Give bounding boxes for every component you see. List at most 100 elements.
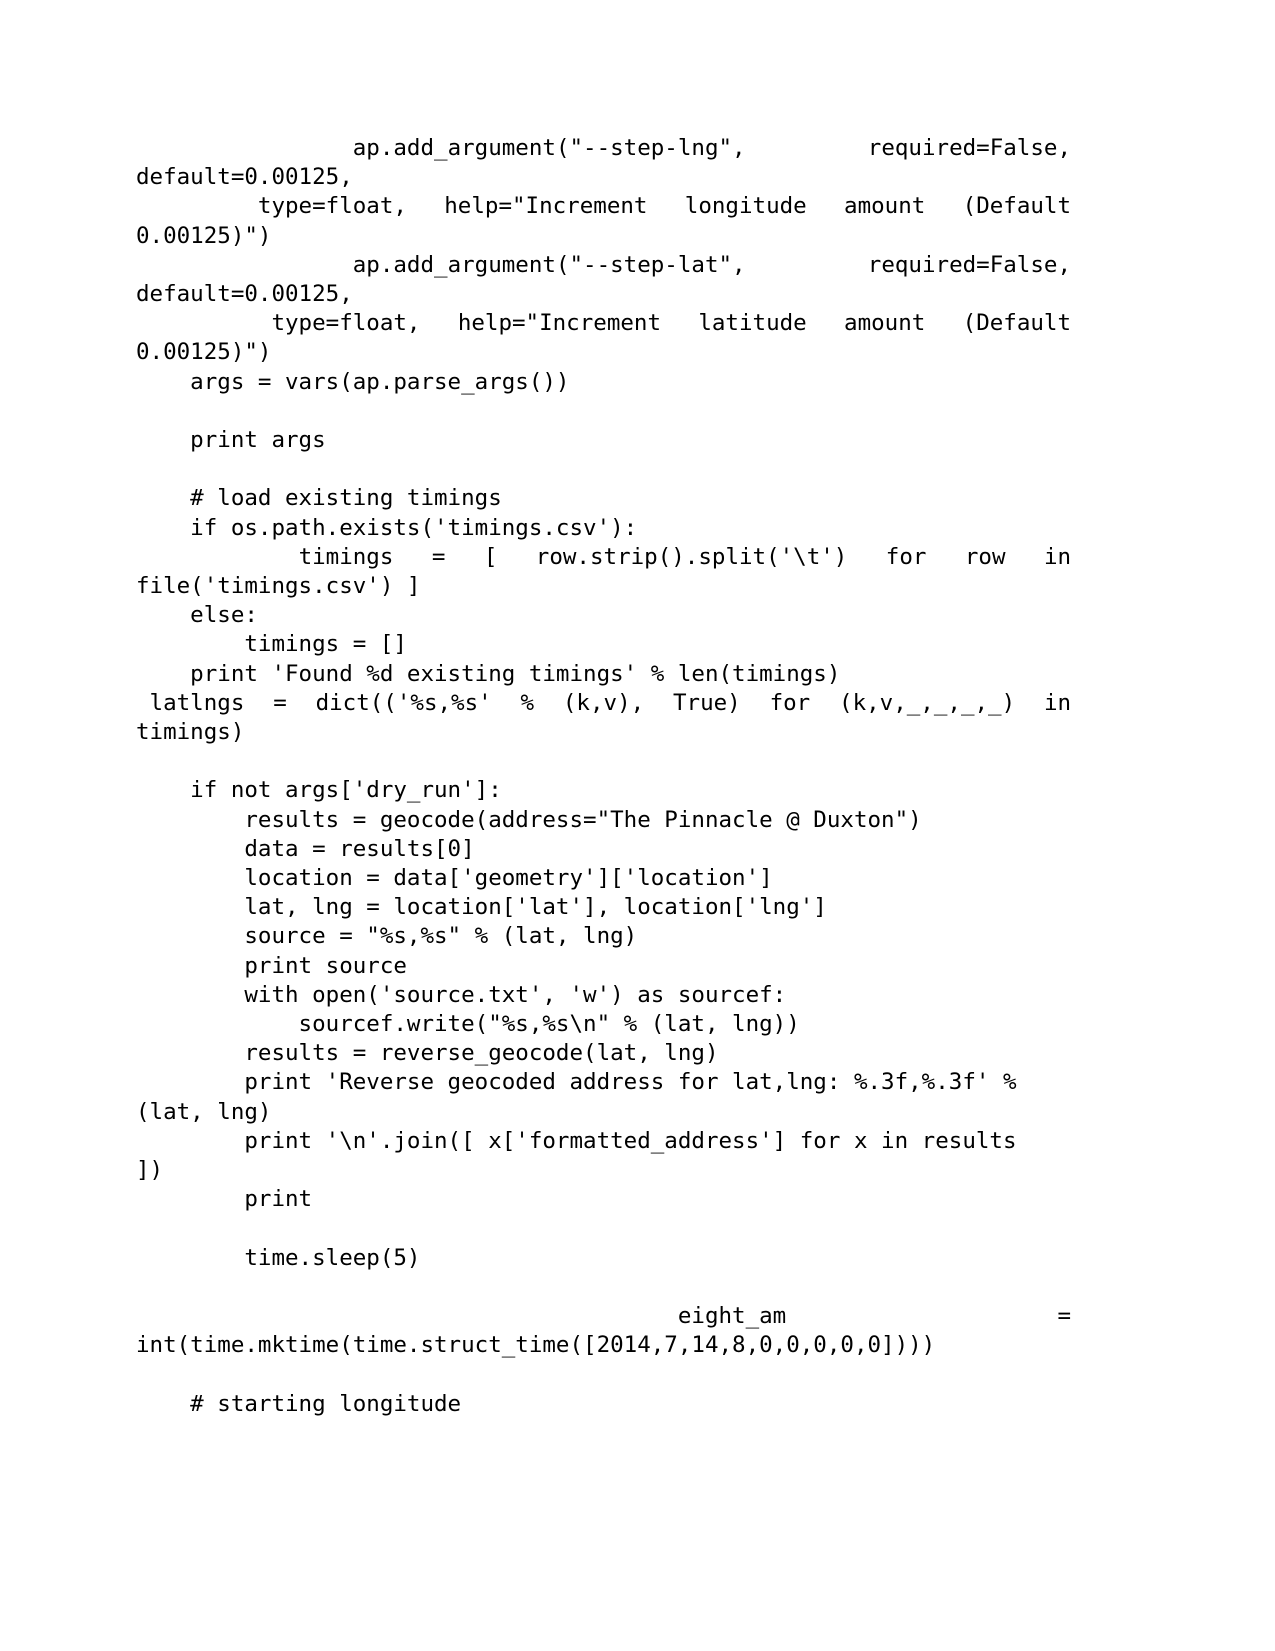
justify-gap (644, 689, 673, 718)
code-token: True) (673, 689, 741, 716)
code-line: type=float, help="Increment latitude amount… (136, 309, 1071, 338)
code-token: dict(('%s,%s' (315, 689, 492, 716)
justify-gap (925, 309, 962, 338)
justify-gap (420, 309, 457, 338)
justify-gap (287, 689, 316, 718)
justify-gap (807, 309, 844, 338)
code-line: (lat, lng) (136, 1098, 272, 1125)
code-line: location = data['geometry']['location'] (136, 865, 773, 892)
code-token: = (273, 689, 287, 716)
justify-gap (786, 1302, 1057, 1331)
code-line: default=0.00125, (136, 164, 353, 191)
code-token: = (431, 543, 446, 570)
code-token: row.strip().split('\t') (535, 543, 848, 570)
code-token: required=False, (867, 251, 1071, 278)
code-line: print args (136, 427, 326, 454)
code-line: results = geocode(address="The Pinnacle … (136, 806, 922, 833)
code-token: timings (298, 543, 394, 570)
code-token: (Default (962, 193, 1072, 220)
code-line: print 'Found %d existing timings' % len(… (136, 660, 841, 687)
document-page: ap.add_argument("--step-lng", required=Fa… (0, 0, 1275, 1651)
code-line: source = "%s,%s" % (lat, lng) (136, 923, 638, 950)
code-token: ap.add_argument("--step-lng", (352, 135, 746, 161)
code-token: = (1057, 1303, 1071, 1330)
justify-gap (244, 689, 273, 718)
code-token: (k,v,_,_,_,_) (839, 689, 1016, 716)
code-token: ap.add_argument("--step-lat", (352, 251, 746, 278)
code-token: amount (844, 310, 926, 337)
justify-gap (1015, 689, 1044, 718)
code-line: if os.path.exists('timings.csv'): (136, 514, 638, 541)
code-token: for (885, 543, 927, 570)
justify-gap (926, 543, 964, 572)
justify-gap (847, 543, 885, 572)
code-line: ap.add_argument("--step-lat", required=Fa… (136, 251, 1071, 280)
code-line: # starting longitude (136, 1390, 462, 1417)
justify-gap (807, 192, 844, 221)
code-line: file('timings.csv') ] (136, 573, 421, 600)
justify-gap (445, 543, 483, 572)
code-line: ap.add_argument("--step-lng", required=Fa… (136, 134, 1071, 163)
code-line: timings = [ row.strip().split('\t') for row in (136, 543, 1071, 572)
code-line: print '\n'.join([ x['formatted_address']… (136, 1127, 1017, 1154)
code-token: required=False, (867, 135, 1071, 161)
code-line: sourcef.write("%s,%s\n" % (lat, lng)) (136, 1011, 800, 1038)
code-token: latlngs (149, 689, 245, 716)
code-token: in (1043, 689, 1072, 716)
code-token: (Default (962, 310, 1072, 337)
code-line: time.sleep(5) (136, 1244, 421, 1271)
code-line: print 'Reverse geocoded address for lat,… (136, 1069, 1017, 1096)
justify-gap (492, 689, 521, 718)
code-line: with open('source.txt', 'w') as sourcef: (136, 981, 787, 1008)
justify-gap (534, 689, 563, 718)
justify-gap (497, 543, 535, 572)
code-line: if not args['dry_run']: (136, 777, 502, 804)
code-token: (k,v), (562, 689, 645, 716)
code-line: else: (136, 602, 258, 629)
code-token: amount (844, 193, 926, 220)
code-token: latitude (698, 310, 807, 337)
justify-gap (925, 192, 962, 221)
code-line: lat, lng = location['lat'], location['ln… (136, 894, 827, 921)
code-line: eight_am = (136, 1302, 1071, 1331)
justify-gap (393, 543, 431, 572)
code-token: % (520, 689, 535, 716)
code-line: latlngs = dict(('%s,%s'% (k,v), True) for (k,v… (136, 689, 1072, 718)
code-line: # load existing timings (136, 485, 502, 512)
justify-gap (746, 134, 868, 163)
code-line: 0.00125)") (136, 339, 272, 366)
code-token: eight_am (677, 1303, 787, 1330)
justify-gap (661, 309, 698, 338)
justify-gap (1006, 543, 1044, 572)
code-token: longitude (684, 193, 807, 220)
code-token: for (769, 689, 811, 716)
justify-gap (741, 689, 770, 718)
code-line: args = vars(ap.parse_args()) (136, 368, 570, 395)
code-token: type=float, (271, 310, 421, 337)
code-line: type=float, help="Increment longitude amoun… (136, 192, 1071, 221)
code-line: default=0.00125, (136, 281, 353, 308)
code-line: timings) (136, 719, 245, 746)
code-token: [ (483, 543, 498, 570)
code-line: data = results[0] (136, 835, 475, 862)
code-line: print source (136, 952, 407, 979)
code-token: help="Increment (457, 310, 662, 337)
code-line: int(time.mktime(time.struct_time([2014,7… (136, 1332, 936, 1359)
code-token: in (1043, 543, 1072, 570)
code-line: ]) (136, 1157, 164, 1184)
code-line: results = reverse_geocode(lat, lng) (136, 1040, 719, 1067)
code-token: row (964, 543, 1006, 570)
justify-gap (647, 192, 684, 221)
code-token: help="Increment (444, 193, 648, 220)
